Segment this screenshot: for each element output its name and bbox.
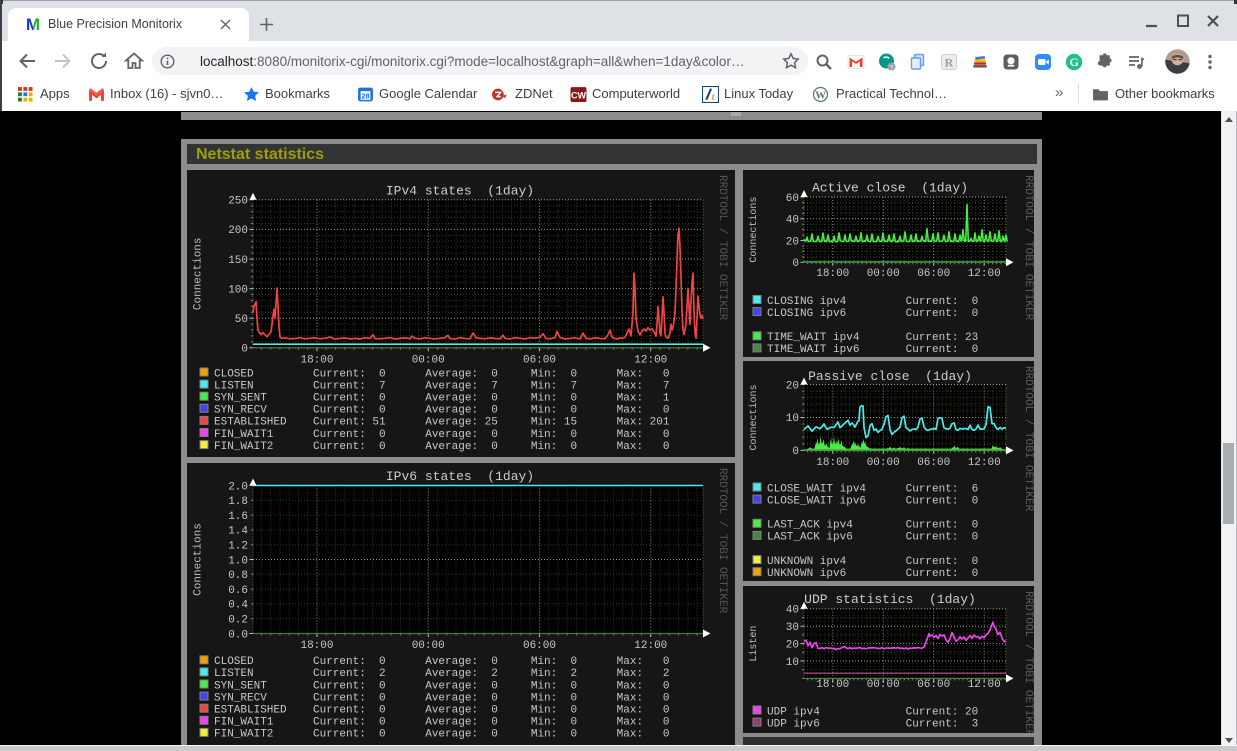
svg-text:Listen: Listen: [748, 626, 760, 662]
svg-text:UDP statistics (1day): UDP statistics (1day): [804, 592, 976, 607]
svg-text:20: 20: [786, 236, 799, 248]
svg-text:100: 100: [228, 284, 248, 296]
svg-text:1.4: 1.4: [228, 526, 248, 538]
svg-text:2.0: 2.0: [228, 481, 248, 493]
svg-text:60: 60: [786, 193, 799, 205]
svg-text:CW: CW: [571, 91, 587, 101]
svg-text:CLOSED Current: 0: CLOSED Current: 0 Average: 0 Min: 0 Max:…: [214, 368, 669, 380]
svg-text:RRDTOOL / TOBI OETIKER: RRDTOOL / TOBI OETIKER: [716, 175, 728, 321]
svg-text:12:00: 12:00: [968, 268, 1001, 280]
svg-text:0: 0: [792, 258, 799, 270]
svg-text:30: 30: [786, 622, 799, 634]
svg-text:00:00: 00:00: [412, 640, 445, 652]
svg-text:06:00: 06:00: [917, 457, 950, 469]
svg-text:0.4: 0.4: [228, 600, 248, 612]
svg-text:CLOSING ipv4 Current:: CLOSING ipv4 Current: 0: [767, 296, 978, 308]
svg-text:LAST_ACK ipv6 Current:: LAST_ACK ipv6 Current: 0: [767, 532, 978, 544]
svg-text:200: 200: [228, 225, 248, 237]
svg-text:LAST_ACK ipv4 Current:: LAST_ACK ipv4 Current: 0: [767, 520, 978, 532]
svg-text:18:00: 18:00: [300, 355, 333, 367]
svg-text:IPv6 states (1day): IPv6 states (1day): [386, 469, 534, 484]
svg-text:28: 28: [361, 91, 369, 100]
svg-text:12:00: 12:00: [968, 457, 1001, 469]
svg-text:0.0: 0.0: [228, 629, 248, 641]
svg-text:SYN_RECV Current: 0: SYN_RECV Current: 0 Average: 0 Min: 0 Ma…: [214, 692, 669, 704]
svg-text:ESTABLISHED Current: 51: ESTABLISHED Current: 51 Average: 25 Min:…: [214, 417, 670, 429]
svg-text:Connections: Connections: [748, 197, 760, 263]
svg-text:50: 50: [235, 314, 248, 326]
svg-text:0.8: 0.8: [228, 570, 248, 582]
svg-text:FIN_WAIT2 Current: 0: FIN_WAIT2 Current: 0 Average: 0 Min: 0 M…: [214, 729, 669, 741]
svg-text:06:00: 06:00: [917, 268, 950, 280]
svg-text:W: W: [815, 91, 826, 102]
svg-text:1.6: 1.6: [228, 511, 248, 523]
svg-text:20: 20: [786, 380, 799, 392]
svg-text:20: 20: [786, 639, 799, 651]
svg-text:Connections: Connections: [193, 237, 205, 310]
svg-text:ESTABLISHED Current: 0: ESTABLISHED Current: 0 Average: 0 Min: 0…: [214, 705, 669, 717]
svg-text:1.0: 1.0: [228, 555, 248, 567]
svg-text:CLOSE_WAIT ipv4 Current:: CLOSE_WAIT ipv4 Current: 6: [767, 483, 978, 495]
svg-text:40: 40: [786, 605, 799, 617]
svg-text:00:00: 00:00: [867, 679, 900, 691]
svg-text:18:00: 18:00: [816, 679, 849, 691]
svg-text:?: ?: [890, 64, 894, 71]
svg-text:G: G: [1070, 55, 1079, 69]
svg-text:10: 10: [786, 657, 799, 669]
svg-text:12:00: 12:00: [634, 640, 667, 652]
svg-text:SYN_SENT Current: 0: SYN_SENT Current: 0 Average: 0 Min: 0 Ma…: [214, 393, 670, 405]
svg-text:SYN_SENT Current: 0: SYN_SENT Current: 0 Average: 0 Min: 0 Ma…: [214, 680, 669, 692]
svg-text:CLOSE_WAIT ipv6 Current:: CLOSE_WAIT ipv6 Current: 0: [767, 495, 978, 507]
svg-text:12:00: 12:00: [634, 355, 667, 367]
svg-text:0.2: 0.2: [228, 615, 248, 627]
svg-text:RRDTOOL / TOBI OETIKER: RRDTOOL / TOBI OETIKER: [1022, 366, 1034, 512]
svg-text:06:00: 06:00: [523, 640, 556, 652]
svg-text:LISTEN Current: 2: LISTEN Current: 2 Average: 2 Min: 2 Max:…: [214, 668, 669, 680]
svg-text:UDP ipv4 Current:: UDP ipv4 Current: 20: [767, 706, 978, 718]
svg-text:LISTEN Current: 7: LISTEN Current: 7 Average: 7 Min: 7 Max:…: [214, 380, 669, 392]
svg-text:250: 250: [228, 196, 248, 208]
svg-text:Connections: Connections: [748, 384, 760, 450]
svg-text:UNKNOWN ipv4 Current:: UNKNOWN ipv4 Current: 0: [767, 556, 978, 568]
svg-text:Active close (1day): Active close (1day): [812, 181, 968, 196]
svg-text:0: 0: [241, 344, 248, 356]
svg-text:FIN_WAIT2 Current: 0: FIN_WAIT2 Current: 0 Average: 0 Min: 0 M…: [214, 441, 669, 453]
svg-text:06:00: 06:00: [523, 355, 556, 367]
svg-text:Connections: Connections: [193, 523, 205, 596]
svg-text:1.8: 1.8: [228, 496, 248, 508]
svg-text:RRDTOOL / TOBI OETIKER: RRDTOOL / TOBI OETIKER: [1022, 591, 1034, 733]
svg-text:12:00: 12:00: [968, 679, 1001, 691]
svg-text:CLOSING ipv6 Current:: CLOSING ipv6 Current: 0: [767, 308, 978, 320]
svg-text:150: 150: [228, 255, 248, 267]
svg-text:0.6: 0.6: [228, 585, 248, 597]
svg-text:RRDTOOL / TOBI OETIKER: RRDTOOL / TOBI OETIKER: [1022, 175, 1034, 321]
svg-text:TIME_WAIT ipv6 Current:: TIME_WAIT ipv6 Current: 0: [767, 344, 978, 356]
svg-text:0: 0: [792, 446, 799, 458]
svg-text:00:00: 00:00: [867, 457, 900, 469]
svg-text:18:00: 18:00: [300, 640, 333, 652]
svg-text:40: 40: [786, 215, 799, 227]
svg-text:TIME_WAIT ipv4 Current:: TIME_WAIT ipv4 Current: 23: [767, 332, 978, 344]
svg-text:00:00: 00:00: [412, 355, 445, 367]
svg-text:SYN_RECV Current: 0: SYN_RECV Current: 0 Average: 0 Min: 0 Ma…: [214, 405, 669, 417]
svg-text:RRDTOOL / TOBI OETIKER: RRDTOOL / TOBI OETIKER: [716, 468, 728, 614]
svg-text:18:00: 18:00: [816, 457, 849, 469]
svg-text:Passive close (1day): Passive close (1day): [808, 369, 972, 384]
svg-text:R: R: [945, 56, 954, 70]
svg-text:M: M: [26, 15, 40, 33]
svg-text:CLOSED Current: 0: CLOSED Current: 0 Average: 0 Min: 0 Max:…: [214, 656, 669, 668]
svg-text:1.2: 1.2: [228, 541, 248, 553]
svg-text:00:00: 00:00: [867, 268, 900, 280]
svg-text:18:00: 18:00: [816, 268, 849, 280]
svg-text:UDP ipv6 Current:: UDP ipv6 Current: 3: [767, 718, 978, 730]
svg-text:FIN_WAIT1 Current: 0: FIN_WAIT1 Current: 0 Average: 0 Min: 0 M…: [214, 717, 669, 729]
svg-text:IPv4 states (1day): IPv4 states (1day): [386, 184, 534, 199]
svg-text:UNKNOWN ipv6 Current:: UNKNOWN ipv6 Current: 0: [767, 568, 978, 580]
svg-text:10: 10: [786, 413, 799, 425]
svg-text:06:00: 06:00: [917, 679, 950, 691]
svg-text:FIN_WAIT1 Current: 0: FIN_WAIT1 Current: 0 Average: 0 Min: 0 M…: [214, 429, 669, 441]
